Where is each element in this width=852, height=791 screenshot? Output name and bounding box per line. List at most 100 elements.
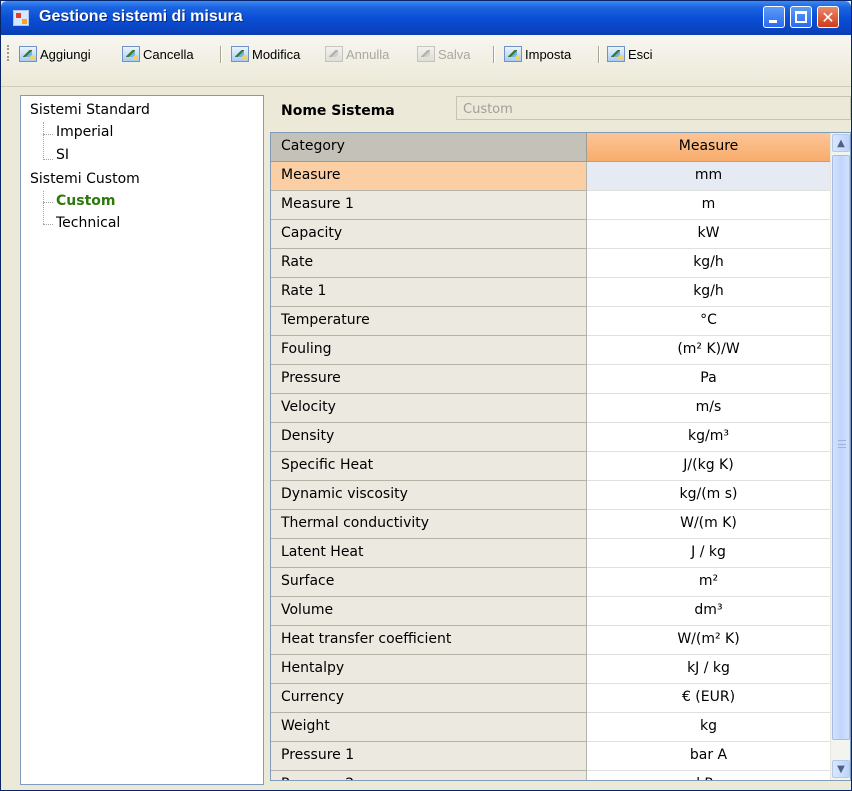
measure-cell[interactable]: kg [587,713,830,742]
table-row[interactable]: Dynamic viscosity kg/(m s) [271,481,830,510]
category-cell[interactable]: Density [271,423,587,452]
measure-cell[interactable]: kg/m³ [587,423,830,452]
measure-cell[interactable]: J / kg [587,539,830,568]
cancel-button[interactable]: Annulla [325,44,389,64]
table-row[interactable]: Currency € (EUR) [271,684,830,713]
image-icon [19,46,37,62]
table-row[interactable]: Pressure 1 bar A [271,742,830,771]
tree-node-custom[interactable]: Sistemi Custom [30,171,140,187]
table-row[interactable]: Thermal conductivity W/(m K) [271,510,830,539]
toolbar-grip[interactable] [7,45,11,61]
table-row[interactable]: Rate kg/h [271,249,830,278]
category-cell[interactable]: Thermal conductivity [271,510,587,539]
category-cell[interactable]: Pressure 2 [271,771,587,780]
scroll-thumb[interactable] [832,155,850,740]
grid-scrollbar[interactable]: ▲ ▼ [830,133,850,780]
category-cell[interactable]: Rate [271,249,587,278]
table-row[interactable]: Specific Heat J/(kg K) [271,452,830,481]
table-row[interactable]: Latent Heat J / kg [271,539,830,568]
measure-cell[interactable]: kPa [587,771,830,780]
measure-cell[interactable]: kW [587,220,830,249]
category-cell[interactable]: Measure 1 [271,191,587,220]
measure-cell[interactable]: (m² K)/W [587,336,830,365]
minimize-button[interactable] [763,6,785,28]
column-header-measure[interactable]: Measure [587,133,830,162]
category-cell[interactable]: Pressure [271,365,587,394]
category-cell[interactable]: Measure [271,162,587,191]
toolbar-separator [493,46,494,63]
exit-button[interactable]: Esci [607,44,653,64]
measure-cell[interactable]: W/(m² K) [587,626,830,655]
measure-cell[interactable]: kg/(m s) [587,481,830,510]
category-cell[interactable]: Surface [271,568,587,597]
tree-item-si[interactable]: SI [56,147,69,163]
measure-cell[interactable]: Pa [587,365,830,394]
edit-button[interactable]: Modifica [231,44,300,64]
add-button[interactable]: Aggiungi [19,44,91,64]
title-bar[interactable]: Gestione sistemi di misura ✕ [1,1,851,35]
table-row[interactable]: Fouling (m² K)/W [271,336,830,365]
measure-cell[interactable]: bar A [587,742,830,771]
category-cell[interactable]: Latent Heat [271,539,587,568]
category-cell[interactable]: Currency [271,684,587,713]
measure-cell[interactable]: kg/h [587,249,830,278]
scroll-up-button[interactable]: ▲ [832,134,850,152]
category-cell[interactable]: Dynamic viscosity [271,481,587,510]
measure-cell[interactable]: kg/h [587,278,830,307]
measure-cell[interactable]: J/(kg K) [587,452,830,481]
category-cell[interactable]: Fouling [271,336,587,365]
table-row[interactable]: Measure mm [271,162,830,191]
set-button[interactable]: Imposta [504,44,571,64]
table-row[interactable]: Measure 1m [271,191,830,220]
measure-cell[interactable]: mm [587,162,830,191]
category-cell[interactable]: Specific Heat [271,452,587,481]
measure-cell[interactable]: € (EUR) [587,684,830,713]
table-row[interactable]: Rate 1 kg/h [271,278,830,307]
measure-cell[interactable]: °C [587,307,830,336]
category-cell[interactable]: Pressure 1 [271,742,587,771]
category-cell[interactable]: Heat transfer coefficient [271,626,587,655]
category-cell[interactable]: Volume [271,597,587,626]
table-row[interactable]: Surface m² [271,568,830,597]
save-button[interactable]: Salva [417,44,471,64]
measures-grid[interactable]: Category Measure Measure mm Measure 1 m Capa… [270,132,851,781]
table-row[interactable]: Capacity kW [271,220,830,249]
systems-tree[interactable]: Sistemi Standard Imperial SI Sistemi Cus… [20,95,264,785]
maximize-button[interactable] [790,6,812,28]
measure-cell[interactable]: kJ / kg [587,655,830,684]
category-cell[interactable]: Hentalpy [271,655,587,684]
table-row[interactable]: Volume dm³ [271,597,830,626]
measure-cell[interactable]: dm³ [587,597,830,626]
measure-cell[interactable]: m/s [587,394,830,423]
table-row[interactable]: Temperature °C [271,307,830,336]
table-row[interactable]: Pressure 2kPa [271,771,830,780]
delete-button[interactable]: Cancella [122,44,194,64]
category-cell[interactable]: Weight [271,713,587,742]
category-cell[interactable]: Rate 1 [271,278,587,307]
tree-node-standard[interactable]: Sistemi Standard [30,102,150,118]
column-header-category[interactable]: Category [271,133,587,162]
system-name-input[interactable] [456,96,851,120]
measure-cell[interactable]: W/(m K) [587,510,830,539]
table-row[interactable]: Weight kg [271,713,830,742]
image-icon [607,46,625,62]
tree-item-imperial[interactable]: Imperial [56,124,113,140]
category-cell[interactable]: Capacity [271,220,587,249]
close-button[interactable]: ✕ [817,6,839,28]
tree-item-technical[interactable]: Technical [56,215,120,231]
system-name-label: Nome Sistema [281,103,395,119]
tree-connector [43,122,44,160]
table-row[interactable]: Pressure Pa [271,365,830,394]
scroll-down-button[interactable]: ▼ [832,760,850,778]
table-row[interactable]: Hentalpy kJ / kg [271,655,830,684]
table-row[interactable]: Heat transfer coefficient W/(m² K) [271,626,830,655]
measure-cell[interactable]: m² [587,568,830,597]
category-cell[interactable]: Temperature [271,307,587,336]
table-row[interactable]: Density kg/m³ [271,423,830,452]
measure-cell[interactable]: m [587,191,830,220]
tree-item-custom[interactable]: Custom [56,193,115,209]
grid-header-row: Category Measure [271,133,830,162]
table-row[interactable]: Velocity m/s [271,394,830,423]
category-cell[interactable]: Velocity [271,394,587,423]
scroll-grip-icon [838,440,846,448]
